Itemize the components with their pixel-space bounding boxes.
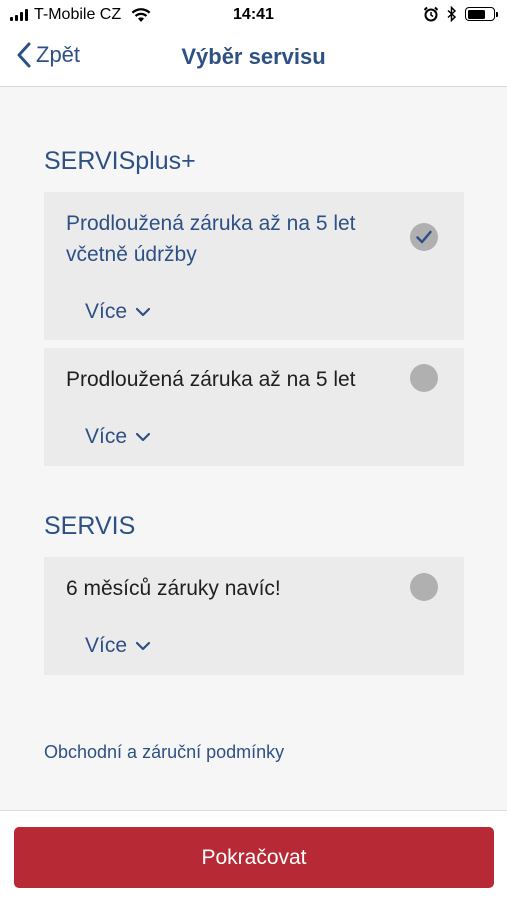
service-option-card[interactable]: Prodloužená záruka až na 5 let Více: [44, 348, 464, 466]
service-option-card[interactable]: Prodloužená záruka až na 5 let včetně úd…: [44, 192, 464, 340]
section-title-servis: SERVIS: [44, 512, 136, 540]
more-label: Více: [85, 300, 128, 323]
battery-fill: [467, 9, 485, 19]
chevron-down-icon: [135, 307, 151, 317]
service-option-label: Prodloužená záruka až na 5 let: [66, 368, 356, 391]
terms-link[interactable]: Obchodní a záruční podmínky: [44, 742, 284, 763]
more-toggle[interactable]: Více: [85, 300, 151, 324]
chevron-down-icon: [135, 432, 151, 442]
alarm-icon: [423, 6, 439, 22]
service-option-label: 6 měsíců záruky navíc!: [66, 577, 281, 600]
page-title: Výběr servisu: [181, 44, 326, 69]
navigation-bar: Zpět Výběr servisu: [0, 32, 507, 87]
section-title-servisplus: SERVISplus+: [44, 147, 196, 175]
footer: Pokračovat: [0, 810, 507, 900]
service-option-card[interactable]: 6 měsíců záruky navíc! Více: [44, 557, 464, 675]
checkmark-icon: [416, 230, 432, 244]
chevron-down-icon: [135, 641, 151, 651]
more-label: Více: [85, 634, 128, 657]
more-label: Více: [85, 425, 128, 448]
service-option-label: Prodloužená záruka až na 5 let včetně úd…: [66, 212, 356, 266]
bluetooth-icon: [447, 6, 457, 22]
more-toggle[interactable]: Více: [85, 425, 151, 449]
radio-unselected[interactable]: [410, 364, 438, 392]
radio-unselected[interactable]: [410, 573, 438, 601]
status-right: [423, 6, 498, 22]
continue-button[interactable]: Pokračovat: [14, 827, 494, 888]
status-bar: T-Mobile CZ 14:41: [0, 0, 507, 32]
battery-icon: [465, 7, 498, 21]
radio-selected[interactable]: [410, 223, 438, 251]
more-toggle[interactable]: Více: [85, 634, 151, 658]
